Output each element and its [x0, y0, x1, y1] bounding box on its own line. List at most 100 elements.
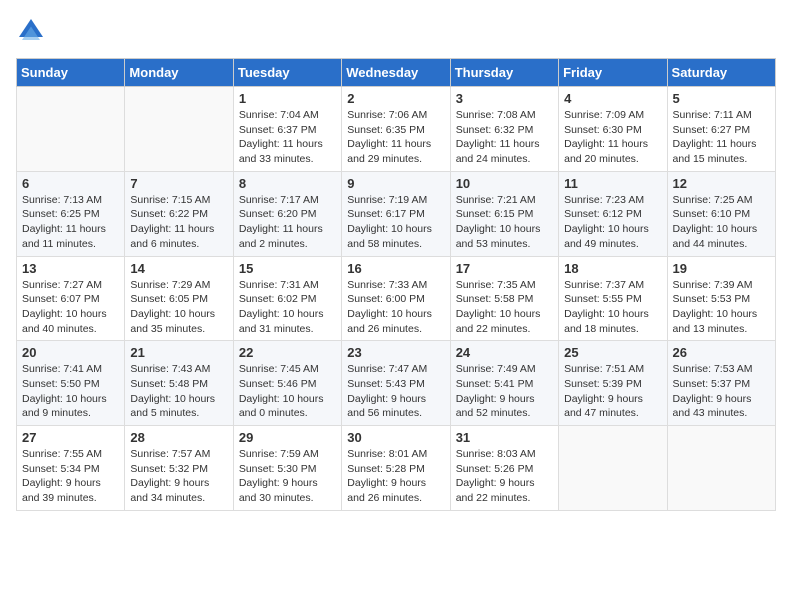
- calendar-cell: 22 Sunrise: 7:45 AM Sunset: 5:46 PM Dayli…: [233, 341, 341, 426]
- calendar-cell: 17 Sunrise: 7:35 AM Sunset: 5:58 PM Dayli…: [450, 256, 558, 341]
- day-number: 29: [239, 430, 336, 445]
- day-content: Sunrise: 7:29 AM Sunset: 6:05 PM Dayligh…: [130, 278, 227, 337]
- day-number: 6: [22, 176, 119, 191]
- calendar-cell: 26 Sunrise: 7:53 AM Sunset: 5:37 PM Dayli…: [667, 341, 775, 426]
- day-content: Sunrise: 7:23 AM Sunset: 6:12 PM Dayligh…: [564, 193, 661, 252]
- day-number: 2: [347, 91, 444, 106]
- calendar-cell: 13Sunrise: 7:27 AM Sunset: 6:07 PM Dayli…: [17, 256, 125, 341]
- week-row-1: 1 Sunrise: 7:04 AM Sunset: 6:37 PM Daylig…: [17, 87, 776, 172]
- column-header-thursday: Thursday: [450, 59, 558, 87]
- week-row-4: 20Sunrise: 7:41 AM Sunset: 5:50 PM Dayli…: [17, 341, 776, 426]
- calendar-cell: 16Sunrise: 7:33 AM Sunset: 6:00 PM Dayli…: [342, 256, 450, 341]
- day-content: Sunrise: 7:59 AM Sunset: 5:30 PM Dayligh…: [239, 447, 336, 506]
- calendar-cell: 28 Sunrise: 7:57 AM Sunset: 5:32 PM Dayli…: [125, 426, 233, 511]
- day-content: Sunrise: 7:57 AM Sunset: 5:32 PM Dayligh…: [130, 447, 227, 506]
- day-number: 23: [347, 345, 444, 360]
- column-header-wednesday: Wednesday: [342, 59, 450, 87]
- calendar-cell: 15 Sunrise: 7:31 AM Sunset: 6:02 PM Dayli…: [233, 256, 341, 341]
- day-content: Sunrise: 7:06 AM Sunset: 6:35 PM Dayligh…: [347, 108, 444, 167]
- calendar-cell: 14Sunrise: 7:29 AM Sunset: 6:05 PM Dayli…: [125, 256, 233, 341]
- calendar-cell: 31 Sunrise: 8:03 AM Sunset: 5:26 PM Dayli…: [450, 426, 558, 511]
- calendar-cell: 18Sunrise: 7:37 AM Sunset: 5:55 PM Dayli…: [559, 256, 667, 341]
- column-header-monday: Monday: [125, 59, 233, 87]
- day-content: Sunrise: 8:03 AM Sunset: 5:26 PM Dayligh…: [456, 447, 553, 506]
- day-number: 28: [130, 430, 227, 445]
- calendar-header-row: SundayMondayTuesdayWednesdayThursdayFrid…: [17, 59, 776, 87]
- calendar-cell: [667, 426, 775, 511]
- day-content: Sunrise: 7:04 AM Sunset: 6:37 PM Dayligh…: [239, 108, 336, 167]
- day-number: 15: [239, 261, 336, 276]
- day-content: Sunrise: 7:25 AM Sunset: 6:10 PM Dayligh…: [673, 193, 770, 252]
- calendar-cell: 1 Sunrise: 7:04 AM Sunset: 6:37 PM Daylig…: [233, 87, 341, 172]
- column-header-tuesday: Tuesday: [233, 59, 341, 87]
- column-header-sunday: Sunday: [17, 59, 125, 87]
- calendar-cell: 24 Sunrise: 7:49 AM Sunset: 5:41 PM Dayli…: [450, 341, 558, 426]
- day-number: 22: [239, 345, 336, 360]
- calendar-cell: 23 Sunrise: 7:47 AM Sunset: 5:43 PM Dayli…: [342, 341, 450, 426]
- day-number: 12: [673, 176, 770, 191]
- calendar-cell: 30 Sunrise: 8:01 AM Sunset: 5:28 PM Dayli…: [342, 426, 450, 511]
- calendar-cell: [559, 426, 667, 511]
- calendar-cell: 12 Sunrise: 7:25 AM Sunset: 6:10 PM Dayli…: [667, 171, 775, 256]
- day-number: 27: [22, 430, 119, 445]
- logo: [16, 16, 52, 46]
- day-number: 4: [564, 91, 661, 106]
- day-content: Sunrise: 7:45 AM Sunset: 5:46 PM Dayligh…: [239, 362, 336, 421]
- day-number: 10: [456, 176, 553, 191]
- day-content: Sunrise: 7:21 AM Sunset: 6:15 PM Dayligh…: [456, 193, 553, 252]
- calendar-cell: 29 Sunrise: 7:59 AM Sunset: 5:30 PM Dayli…: [233, 426, 341, 511]
- day-number: 18: [564, 261, 661, 276]
- calendar-cell: 4Sunrise: 7:09 AM Sunset: 6:30 PM Daylig…: [559, 87, 667, 172]
- day-content: Sunrise: 8:01 AM Sunset: 5:28 PM Dayligh…: [347, 447, 444, 506]
- calendar-cell: 21 Sunrise: 7:43 AM Sunset: 5:48 PM Dayli…: [125, 341, 233, 426]
- day-number: 19: [673, 261, 770, 276]
- day-number: 9: [347, 176, 444, 191]
- calendar-cell: 7 Sunrise: 7:15 AM Sunset: 6:22 PM Daylig…: [125, 171, 233, 256]
- day-content: Sunrise: 7:43 AM Sunset: 5:48 PM Dayligh…: [130, 362, 227, 421]
- calendar-body: 1 Sunrise: 7:04 AM Sunset: 6:37 PM Daylig…: [17, 87, 776, 511]
- day-number: 21: [130, 345, 227, 360]
- day-number: 26: [673, 345, 770, 360]
- column-header-saturday: Saturday: [667, 59, 775, 87]
- day-content: Sunrise: 7:47 AM Sunset: 5:43 PM Dayligh…: [347, 362, 444, 421]
- day-content: Sunrise: 7:19 AM Sunset: 6:17 PM Dayligh…: [347, 193, 444, 252]
- day-content: Sunrise: 7:13 AM Sunset: 6:25 PM Dayligh…: [22, 193, 119, 252]
- day-content: Sunrise: 7:51 AM Sunset: 5:39 PM Dayligh…: [564, 362, 661, 421]
- day-content: Sunrise: 7:55 AM Sunset: 5:34 PM Dayligh…: [22, 447, 119, 506]
- calendar-cell: 20Sunrise: 7:41 AM Sunset: 5:50 PM Dayli…: [17, 341, 125, 426]
- day-number: 16: [347, 261, 444, 276]
- calendar-cell: 5Sunrise: 7:11 AM Sunset: 6:27 PM Daylig…: [667, 87, 775, 172]
- day-number: 17: [456, 261, 553, 276]
- logo-icon: [16, 16, 46, 46]
- calendar-cell: 11 Sunrise: 7:23 AM Sunset: 6:12 PM Dayli…: [559, 171, 667, 256]
- day-number: 3: [456, 91, 553, 106]
- day-content: Sunrise: 7:27 AM Sunset: 6:07 PM Dayligh…: [22, 278, 119, 337]
- day-content: Sunrise: 7:41 AM Sunset: 5:50 PM Dayligh…: [22, 362, 119, 421]
- day-content: Sunrise: 7:39 AM Sunset: 5:53 PM Dayligh…: [673, 278, 770, 337]
- page-header: [16, 16, 776, 46]
- day-number: 11: [564, 176, 661, 191]
- day-content: Sunrise: 7:15 AM Sunset: 6:22 PM Dayligh…: [130, 193, 227, 252]
- day-number: 1: [239, 91, 336, 106]
- calendar-cell: 3Sunrise: 7:08 AM Sunset: 6:32 PM Daylig…: [450, 87, 558, 172]
- calendar-cell: [17, 87, 125, 172]
- day-number: 24: [456, 345, 553, 360]
- calendar-cell: 10 Sunrise: 7:21 AM Sunset: 6:15 PM Dayli…: [450, 171, 558, 256]
- day-content: Sunrise: 7:31 AM Sunset: 6:02 PM Dayligh…: [239, 278, 336, 337]
- calendar-cell: [125, 87, 233, 172]
- day-content: Sunrise: 7:35 AM Sunset: 5:58 PM Dayligh…: [456, 278, 553, 337]
- day-number: 5: [673, 91, 770, 106]
- day-content: Sunrise: 7:53 AM Sunset: 5:37 PM Dayligh…: [673, 362, 770, 421]
- day-content: Sunrise: 7:49 AM Sunset: 5:41 PM Dayligh…: [456, 362, 553, 421]
- day-number: 30: [347, 430, 444, 445]
- column-header-friday: Friday: [559, 59, 667, 87]
- day-number: 8: [239, 176, 336, 191]
- calendar-cell: 19 Sunrise: 7:39 AM Sunset: 5:53 PM Dayli…: [667, 256, 775, 341]
- day-number: 31: [456, 430, 553, 445]
- week-row-2: 6 Sunrise: 7:13 AM Sunset: 6:25 PM Daylig…: [17, 171, 776, 256]
- calendar-cell: 27 Sunrise: 7:55 AM Sunset: 5:34 PM Dayli…: [17, 426, 125, 511]
- day-number: 7: [130, 176, 227, 191]
- calendar-cell: 8Sunrise: 7:17 AM Sunset: 6:20 PM Daylig…: [233, 171, 341, 256]
- calendar-table: SundayMondayTuesdayWednesdayThursdayFrid…: [16, 58, 776, 511]
- calendar-cell: 25Sunrise: 7:51 AM Sunset: 5:39 PM Dayli…: [559, 341, 667, 426]
